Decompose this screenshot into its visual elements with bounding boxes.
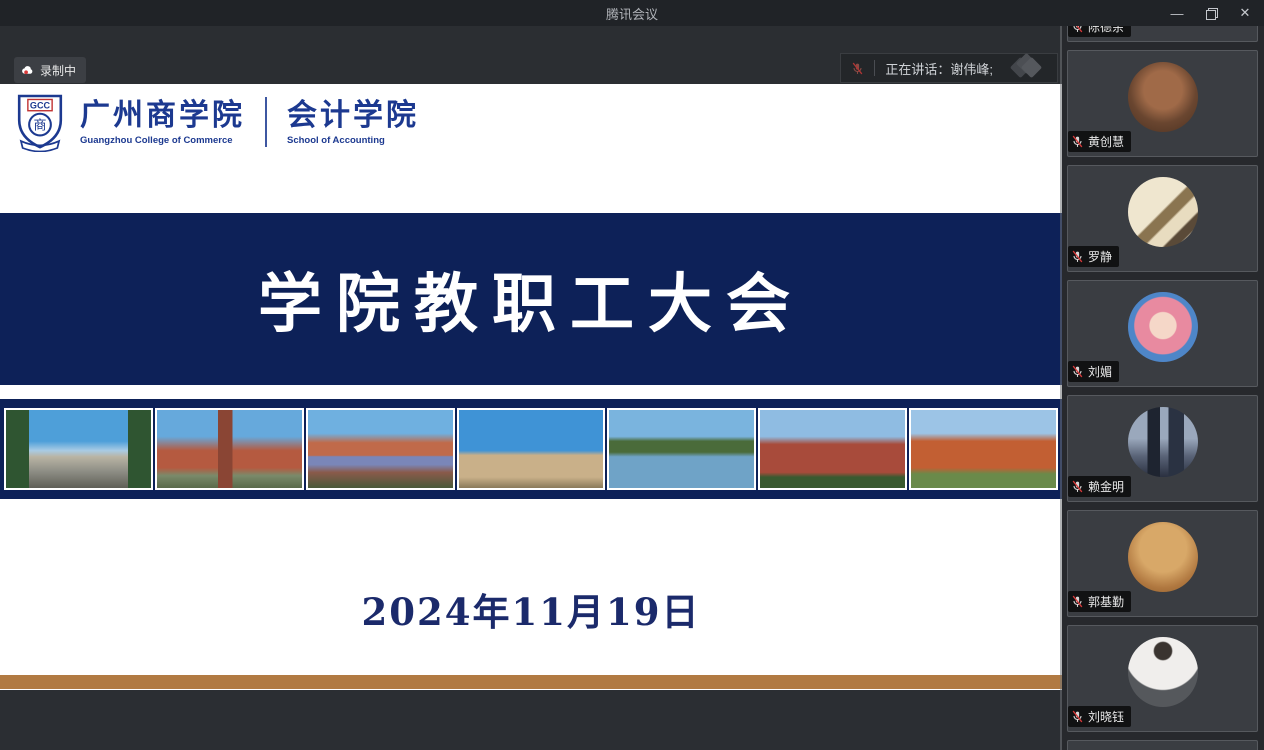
- participant-name: 刘晓钰: [1088, 708, 1124, 725]
- mic-muted-icon: [1071, 480, 1084, 493]
- college-name-en: Guangzhou College of Commerce: [80, 135, 245, 146]
- speaking-prefix: 正在讲话：: [885, 62, 950, 77]
- recording-badge[interactable]: 录制中: [14, 57, 86, 83]
- participant-name-tag: 赖金明: [1068, 476, 1131, 497]
- campus-photo-strip: [0, 399, 1062, 499]
- participant-avatar: [1128, 177, 1198, 247]
- red-brick-tower-building-photo: [155, 408, 304, 490]
- participant-name: 陈德余: [1088, 26, 1124, 35]
- content-background: [0, 690, 1062, 750]
- campus-gate-photo: [4, 408, 153, 490]
- close-button[interactable]: ✕: [1232, 2, 1258, 24]
- participant-name: 郭基勤: [1088, 593, 1124, 610]
- slide-accent-bar: [0, 675, 1062, 689]
- restore-button[interactable]: [1198, 2, 1224, 24]
- participant-avatar: [1128, 62, 1198, 132]
- participant-name: 罗静: [1088, 248, 1112, 265]
- participant-tile[interactable]: 郭基勤: [1067, 510, 1258, 617]
- meeting-logo-watermark-icon: [1007, 56, 1051, 80]
- participant-tile[interactable]: 陈德余: [1067, 26, 1258, 42]
- speaker-names: 谢伟峰;: [950, 62, 993, 77]
- speaking-indicator: 正在讲话：谢伟峰;: [840, 53, 1058, 83]
- main-red-building-photo: [758, 408, 907, 490]
- participant-name: 黄创慧: [1088, 133, 1124, 150]
- participant-name-tag: 陈德余: [1068, 26, 1131, 37]
- college-logo-row: GCC 商 广州商学院 Guangzhou College of Commerc…: [14, 92, 419, 152]
- slide-title: 学院教职工大会: [258, 253, 804, 345]
- modern-orange-building-photo: [909, 408, 1058, 490]
- mic-muted-icon: [1071, 26, 1084, 33]
- slide-title-banner: 学院教职工大会: [0, 213, 1062, 385]
- slide-date: 2024年11月19日: [362, 590, 701, 634]
- brand-divider: [265, 97, 267, 147]
- school-name: 会计学院: [287, 99, 419, 133]
- recording-label: 录制中: [40, 62, 76, 79]
- campus-name-sign-photo: [457, 408, 606, 490]
- school-brand: 会计学院 School of Accounting: [287, 99, 419, 146]
- cloud-record-icon: [21, 64, 34, 77]
- participant-name: 刘媚: [1088, 363, 1112, 380]
- slide-date-row: 2024年11月19日: [0, 582, 1062, 636]
- vertical-divider: [874, 60, 875, 76]
- college-crest-icon: GCC 商: [14, 92, 66, 152]
- title-bar: 腾讯会议 — ✕: [0, 0, 1264, 26]
- mic-muted-icon: [1071, 365, 1084, 378]
- participant-avatar: [1128, 407, 1198, 477]
- participant-avatar: [1128, 292, 1198, 362]
- participant-tile[interactable]: 刘媚: [1067, 280, 1258, 387]
- campus-lake-photo: [607, 408, 756, 490]
- participant-name-tag: 黄创慧: [1068, 131, 1131, 152]
- participant-tile[interactable]: 罗静: [1067, 165, 1258, 272]
- participant-name: 赖金明: [1088, 478, 1124, 495]
- participant-tile[interactable]: 黄创慧: [1067, 50, 1258, 157]
- shared-screen-area: 录制中 正在讲话：谢伟峰; GCC: [0, 26, 1062, 750]
- speaking-text: 正在讲话：谢伟峰;: [885, 59, 993, 78]
- school-name-en: School of Accounting: [287, 135, 419, 146]
- svg-text:商: 商: [33, 117, 46, 132]
- mic-muted-icon: [1071, 710, 1084, 723]
- meeting-toolbar: 录制中 正在讲话：谢伟峰;: [0, 26, 1062, 84]
- participant-avatar: [1128, 522, 1198, 592]
- window-title: 腾讯会议: [606, 4, 658, 23]
- mic-muted-icon: [1071, 250, 1084, 263]
- presentation-slide: GCC 商 广州商学院 Guangzhou College of Commerc…: [0, 84, 1062, 690]
- window-controls: — ✕: [1164, 0, 1258, 26]
- participant-tile[interactable]: 赖金明: [1067, 395, 1258, 502]
- building-with-banner-photo: [306, 408, 455, 490]
- minimize-button[interactable]: —: [1164, 2, 1190, 24]
- participant-tile[interactable]: 刘晓钰: [1067, 625, 1258, 732]
- participant-name-tag: 郭基勤: [1068, 591, 1131, 612]
- participant-avatar: [1128, 637, 1198, 707]
- tencent-meeting-window: 腾讯会议 — ✕ 录制中: [0, 0, 1264, 750]
- participant-tile[interactable]: [1067, 740, 1258, 750]
- participant-name-tag: 刘媚: [1068, 361, 1119, 382]
- participant-name-tag: 刘晓钰: [1068, 706, 1131, 727]
- svg-text:GCC: GCC: [30, 101, 51, 111]
- participant-name-tag: 罗静: [1068, 246, 1119, 267]
- speaker-mic-icon: [851, 62, 864, 75]
- participants-sidebar[interactable]: 陈德余 黄创慧: [1062, 26, 1264, 750]
- mic-muted-icon: [1071, 135, 1084, 148]
- restore-icon: [1206, 8, 1216, 18]
- mic-muted-icon: [1071, 595, 1084, 608]
- college-brand: 广州商学院 Guangzhou College of Commerce: [80, 99, 245, 146]
- college-name: 广州商学院: [80, 99, 245, 133]
